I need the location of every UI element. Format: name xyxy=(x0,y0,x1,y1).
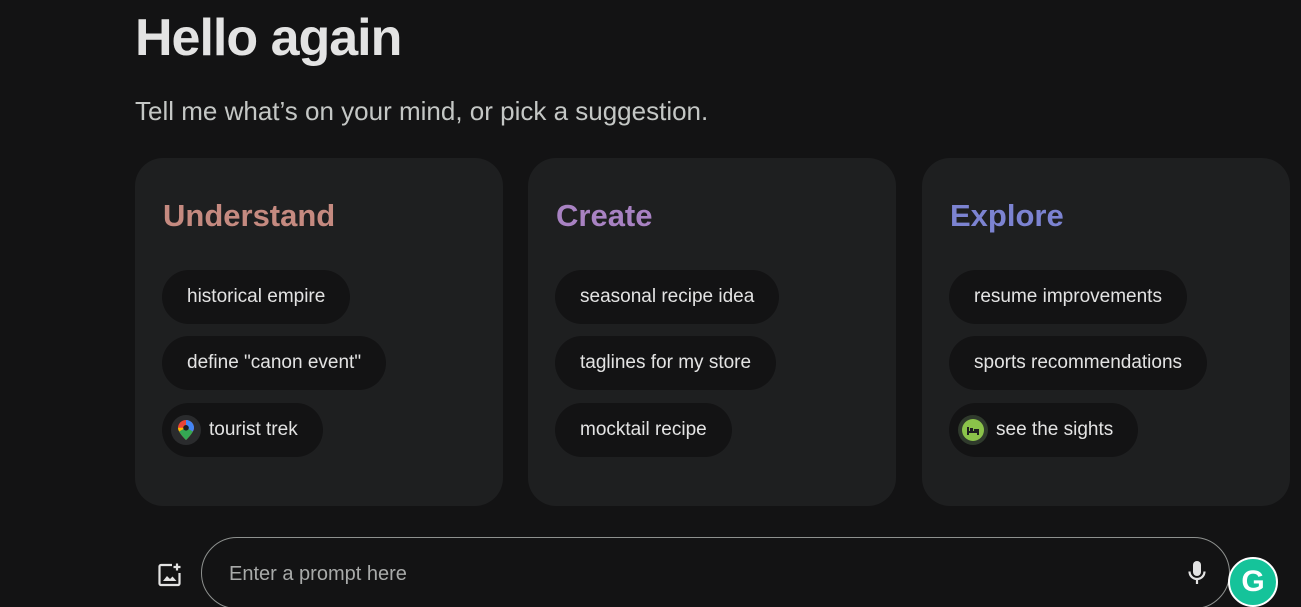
chip-label: sports recommendations xyxy=(974,352,1183,373)
card-title-explore: Explore xyxy=(950,198,1064,233)
card-title-understand: Understand xyxy=(163,198,336,233)
greeting-subtitle: Tell me what’s on your mind, or pick a s… xyxy=(135,96,709,126)
chip-taglines-for-my-store[interactable]: taglines for my store xyxy=(555,336,777,390)
chip-see-the-sights[interactable]: see the sights xyxy=(949,403,1139,457)
hotel-bed-icon xyxy=(958,415,988,445)
prompt-input[interactable] xyxy=(227,558,1131,590)
microphone-icon xyxy=(1188,561,1206,584)
chip-tourist-trek[interactable]: tourist trek xyxy=(162,403,323,457)
add-image-button[interactable] xyxy=(155,560,185,590)
chip-define-canon-event[interactable]: define "canon event" xyxy=(162,336,387,390)
card-title-create: Create xyxy=(556,198,653,233)
greeting-title: Hello again xyxy=(135,9,402,67)
google-maps-pin-icon xyxy=(171,415,201,445)
chip-label: resume improvements xyxy=(974,286,1162,307)
grammarly-button[interactable]: G xyxy=(1228,557,1278,607)
microphone-button[interactable] xyxy=(1182,558,1212,588)
chip-label: see the sights xyxy=(996,419,1114,440)
chip-resume-improvements[interactable]: resume improvements xyxy=(949,270,1187,324)
card-explore: Explore resume improvements sports recom… xyxy=(922,158,1290,506)
chip-historical-empire[interactable]: historical empire xyxy=(162,270,351,324)
chip-label: mocktail recipe xyxy=(580,419,707,440)
chip-sports-recommendations[interactable]: sports recommendations xyxy=(949,336,1208,390)
chip-label: define "canon event" xyxy=(187,352,362,373)
chip-seasonal-recipe-idea[interactable]: seasonal recipe idea xyxy=(555,270,780,324)
chip-label: seasonal recipe idea xyxy=(580,286,755,307)
grammarly-logo-icon: G xyxy=(1241,565,1265,598)
chip-mocktail-recipe[interactable]: mocktail recipe xyxy=(555,403,732,457)
add-image-icon xyxy=(158,563,181,587)
chip-label: historical empire xyxy=(187,286,326,307)
chip-label: tourist trek xyxy=(209,419,298,440)
chip-label: taglines for my store xyxy=(580,352,752,373)
card-understand: Understand historical empire define "can… xyxy=(135,158,503,506)
prompt-box xyxy=(201,537,1230,607)
card-create: Create seasonal recipe idea taglines for… xyxy=(528,158,896,506)
gemini-home: Hello again Tell me what’s on your mind,… xyxy=(0,0,1301,607)
